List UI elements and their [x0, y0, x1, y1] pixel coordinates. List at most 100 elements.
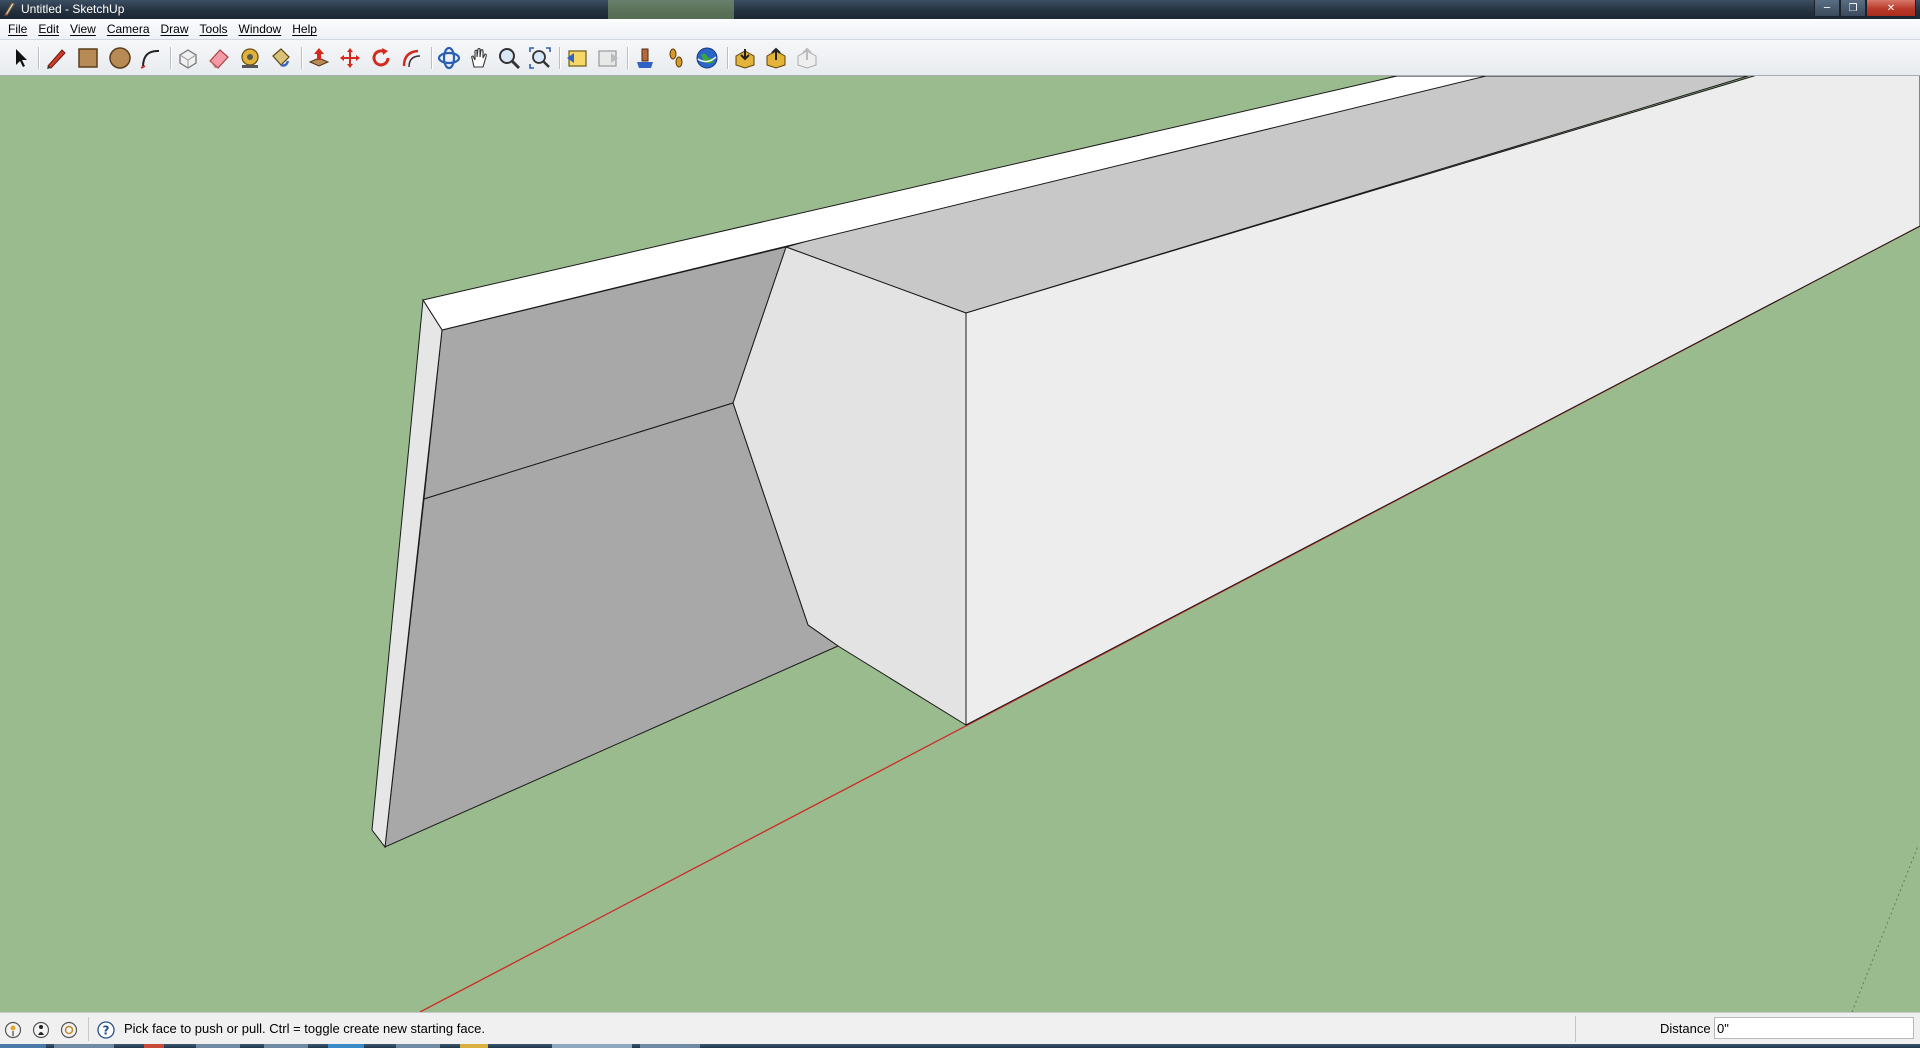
globe-icon — [696, 47, 718, 69]
toolbar-separator — [431, 47, 433, 69]
toolbar-separator — [301, 47, 303, 69]
start-button[interactable] — [0, 1044, 46, 1048]
select-tool-button[interactable] — [8, 46, 32, 70]
maximize-button[interactable]: ❐ — [1840, 0, 1866, 17]
taskbar-item[interactable] — [552, 1044, 632, 1048]
menu-help[interactable]: Help — [286, 19, 322, 39]
window-title: Untitled - SketchUp — [21, 2, 125, 16]
toolbar-separator — [627, 47, 629, 69]
get-models-tool-button[interactable] — [733, 46, 757, 70]
taskbar-item[interactable] — [396, 1044, 440, 1048]
paint-bucket-tool-button[interactable] — [268, 46, 292, 70]
eraser-icon — [209, 49, 229, 69]
tape-measure-icon — [241, 48, 259, 68]
rotate-icon — [372, 48, 390, 67]
component-icon — [179, 49, 197, 69]
menu-edit[interactable]: Edit — [32, 19, 64, 39]
circle-tool-button[interactable] — [108, 46, 132, 70]
menu-draw[interactable]: Draw — [155, 19, 194, 39]
taskbar-item[interactable] — [640, 1044, 700, 1048]
help-question-icon: ? — [97, 1021, 115, 1039]
status-hint-text: Pick face to push or pull. Ctrl = toggle… — [124, 1021, 485, 1036]
toolbar-separator — [38, 47, 40, 69]
close-button[interactable]: ✕ — [1866, 0, 1916, 17]
geo-location-button[interactable] — [4, 1021, 22, 1039]
os-taskbar — [0, 1044, 1920, 1048]
minimize-icon: ─ — [1823, 2, 1831, 14]
taskbar-item[interactable] — [264, 1044, 308, 1048]
user-icon — [60, 1021, 78, 1039]
sketchup-window: Untitled - SketchUp ─ ❐ ✕ File Edit View… — [0, 0, 1920, 1048]
get-models-icon — [735, 49, 755, 69]
orbit-tool-button[interactable] — [437, 46, 461, 70]
hand-icon — [471, 47, 487, 68]
status-divider — [88, 1017, 89, 1041]
restore-icon: ❐ — [1848, 2, 1858, 14]
measurements-input[interactable]: 0" — [1714, 1017, 1914, 1039]
taskbar-item[interactable] — [196, 1044, 240, 1048]
credits-icon — [32, 1021, 50, 1039]
push-pull-tool-button[interactable] — [307, 46, 331, 70]
menu-file[interactable]: File — [2, 19, 32, 39]
measurement-label: Distance — [1660, 1021, 1711, 1036]
title-bar: Untitled - SketchUp ─ ❐ ✕ — [0, 0, 1920, 19]
drawing-viewport[interactable] — [0, 76, 1920, 1012]
push-pull-icon — [308, 48, 330, 67]
move-tool-button[interactable] — [338, 46, 362, 70]
taskbar-item[interactable] — [144, 1044, 164, 1048]
minimize-button[interactable]: ─ — [1814, 0, 1840, 17]
credits-button[interactable] — [32, 1021, 50, 1039]
zoom-extents-icon — [529, 47, 551, 69]
rotate-tool-button[interactable] — [369, 46, 393, 70]
rectangle-icon — [78, 48, 98, 68]
getting-started-toolbar — [0, 40, 1920, 76]
next-view-tool-button[interactable] — [596, 46, 620, 70]
status-bar: ? Pick face to push or pull. Ctrl = togg… — [0, 1012, 1920, 1045]
taskbar-item[interactable] — [460, 1044, 488, 1048]
orbit-icon — [437, 46, 461, 70]
look-around-tool-button[interactable] — [695, 46, 719, 70]
toolbar-separator — [727, 47, 729, 69]
taskbar-item[interactable] — [54, 1044, 114, 1048]
taskbar-item[interactable] — [328, 1044, 364, 1048]
menu-window[interactable]: Window — [233, 19, 287, 39]
move-arrows-icon — [340, 48, 360, 68]
menu-tools[interactable]: Tools — [194, 19, 233, 39]
instructor-button[interactable]: ? — [97, 1021, 115, 1039]
next-view-icon — [598, 50, 618, 67]
tape-measure-tool-button[interactable] — [238, 46, 262, 70]
line-tool-button[interactable] — [44, 46, 68, 70]
menu-camera[interactable]: Camera — [101, 19, 155, 39]
share-component-tool-button[interactable] — [795, 46, 819, 70]
share-model-tool-button[interactable] — [764, 46, 788, 70]
arc-icon — [140, 49, 160, 69]
previous-view-tool-button[interactable] — [565, 46, 589, 70]
sketchup-app-icon — [3, 2, 15, 16]
position-camera-icon — [637, 48, 653, 68]
position-camera-tool-button[interactable] — [633, 46, 657, 70]
offset-tool-button[interactable] — [400, 46, 424, 70]
model-scene — [371, 76, 1920, 1012]
svg-text:?: ? — [103, 1024, 110, 1038]
arc-tool-button[interactable] — [139, 46, 163, 70]
zoom-extents-tool-button[interactable] — [528, 46, 552, 70]
make-component-tool-button[interactable] — [176, 46, 200, 70]
offset-icon — [402, 49, 421, 68]
magnifier-icon — [499, 48, 521, 70]
pencil-icon — [47, 49, 66, 69]
sign-in-button[interactable] — [60, 1021, 78, 1039]
pan-tool-button[interactable] — [467, 46, 491, 70]
walk-tool-button[interactable] — [664, 46, 688, 70]
status-divider — [1575, 1016, 1576, 1042]
previous-view-icon — [567, 50, 587, 67]
eraser-tool-button[interactable] — [207, 46, 231, 70]
zoom-tool-button[interactable] — [497, 46, 521, 70]
green-axis-dotted-line — [1851, 845, 1919, 1012]
geo-location-icon — [4, 1021, 22, 1039]
menu-bar: File Edit View Camera Draw Tools Window … — [0, 19, 1920, 40]
menu-view[interactable]: View — [64, 19, 101, 39]
share-component-icon — [797, 47, 817, 69]
circle-icon — [109, 47, 131, 69]
paint-bucket-icon — [272, 48, 290, 67]
rectangle-tool-button[interactable] — [76, 46, 100, 70]
